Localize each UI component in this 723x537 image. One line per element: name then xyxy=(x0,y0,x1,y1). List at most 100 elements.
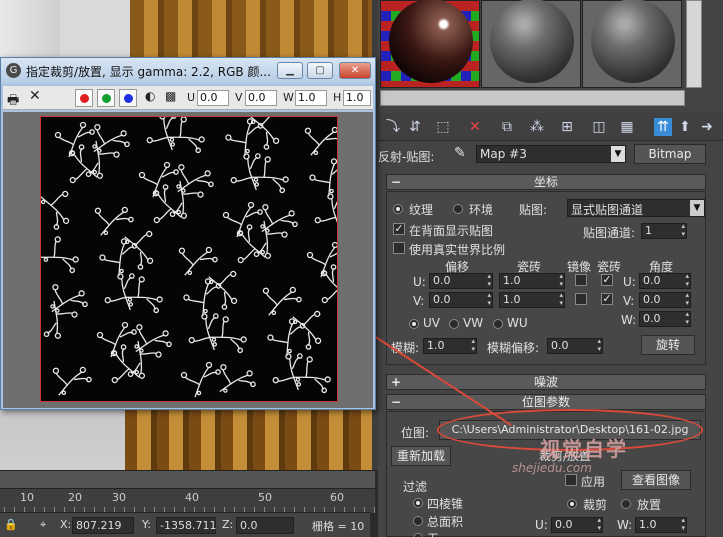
window-title-bar[interactable]: G 指定裁剪/放置, 显示 gamma: 2.2, RGB 颜... ▁ ▢ ✕ xyxy=(1,58,375,84)
rotate-button[interactable]: 旋转 xyxy=(641,335,695,355)
y-coord-field[interactable]: -1358.711 xyxy=(156,517,216,534)
go-forward-icon[interactable]: ➜ xyxy=(698,118,716,136)
sample-sphere xyxy=(389,0,473,83)
monochrome-icon[interactable]: ▩ xyxy=(165,89,176,103)
u-offset-spinner[interactable]: 0.0 xyxy=(429,272,493,289)
v-label: V: xyxy=(413,294,425,308)
apply-checkbox[interactable] xyxy=(565,474,577,486)
texture-radio[interactable] xyxy=(393,204,403,214)
get-material-icon[interactable]: ⤵ xyxy=(384,118,402,136)
red-channel-button[interactable] xyxy=(75,89,93,107)
image-viewer-window[interactable]: G 指定裁剪/放置, 显示 gamma: 2.2, RGB 颜... ▁ ▢ ✕… xyxy=(0,57,376,410)
place-radio[interactable] xyxy=(621,499,631,509)
h-field[interactable]: 1.0 xyxy=(343,90,371,106)
u-tile-checkbox[interactable]: ✓ xyxy=(601,274,613,286)
noise-rollout-header[interactable]: + 噪波 xyxy=(386,374,706,390)
coordinates-rollout-header[interactable]: − 坐标 xyxy=(386,174,706,190)
lock-icon[interactable]: 🔒 xyxy=(4,518,18,531)
reload-button[interactable]: 重新加载 xyxy=(391,446,451,466)
u-tiling-spinner[interactable]: 1.0 xyxy=(499,272,565,289)
timeline[interactable]: 10 20 30 40 50 60 xyxy=(0,470,375,513)
v-mirror-checkbox[interactable] xyxy=(575,293,587,305)
u-label: U: xyxy=(413,275,426,289)
bitmap-params-rollout-header[interactable]: − 位图参数 xyxy=(386,394,706,410)
map-channel-spinner[interactable]: 1 xyxy=(641,222,687,239)
minimize-button[interactable]: ▁ xyxy=(277,62,303,79)
flower-sprig xyxy=(208,354,261,401)
material-sample-slot-3[interactable] xyxy=(582,0,682,88)
mapping-dropdown[interactable]: 显式贴图通道 ▼ xyxy=(567,199,705,217)
vw-radio[interactable] xyxy=(449,319,459,329)
show-end-result-icon[interactable]: ⇈ xyxy=(654,118,672,136)
maximize-button[interactable]: ▢ xyxy=(307,62,333,79)
put-to-library-icon[interactable]: ⊞ xyxy=(558,118,576,136)
chevron-down-icon[interactable]: ▼ xyxy=(611,146,625,162)
crop-w-spinner[interactable]: 1.0 xyxy=(635,516,687,533)
make-unique-icon[interactable]: ⁂ xyxy=(528,118,546,136)
map-type-button[interactable]: Bitmap xyxy=(634,144,706,164)
x-coord-field[interactable]: 807.219 xyxy=(72,517,134,534)
floral-pattern-image[interactable] xyxy=(40,116,338,402)
ruler-number: 60 xyxy=(330,491,344,504)
map-channel-label: 贴图通道: xyxy=(583,226,636,240)
time-slider-track[interactable] xyxy=(0,471,375,489)
u-mirror-checkbox[interactable] xyxy=(575,274,587,286)
clear-icon[interactable]: ✕ xyxy=(29,88,41,104)
material-sample-slot-2[interactable] xyxy=(481,0,581,88)
flower-sprig xyxy=(138,161,179,198)
flower-sprig xyxy=(264,315,312,361)
u-angle-spinner[interactable]: 0.0 xyxy=(639,272,691,289)
environ-radio[interactable] xyxy=(453,204,463,214)
blur-spinner[interactable]: 1.0 xyxy=(423,337,477,354)
pyramidal-radio[interactable] xyxy=(413,498,423,508)
close-button[interactable]: ✕ xyxy=(339,62,371,79)
w-field[interactable]: 1.0 xyxy=(295,90,327,106)
u-field[interactable]: 0.0 xyxy=(197,90,229,106)
w-angle-spinner[interactable]: 0.0 xyxy=(639,310,691,327)
reset-map-icon[interactable]: ✕ xyxy=(466,118,484,136)
map-name-field[interactable]: Map #3 ▼ xyxy=(476,145,626,163)
go-to-parent-icon[interactable]: ⬆ xyxy=(676,118,694,136)
v-angle-spinner[interactable]: 0.0 xyxy=(639,291,691,308)
v-tiling-spinner[interactable]: 1.0 xyxy=(499,291,565,308)
blue-channel-button[interactable] xyxy=(119,89,137,107)
put-to-scene-icon[interactable]: ⇵ xyxy=(406,118,424,136)
image-canvas[interactable] xyxy=(3,112,373,408)
environ-label: 环境 xyxy=(469,203,494,217)
transform-type-icon[interactable]: ⌖ xyxy=(40,518,46,532)
filter-none-radio[interactable] xyxy=(413,533,423,537)
v-offset-spinner[interactable]: 0.0 xyxy=(429,291,493,308)
blur-offset-spinner[interactable]: 0.0 xyxy=(547,337,603,354)
view-image-button[interactable]: 查看图像 xyxy=(621,470,691,490)
chevron-down-icon[interactable]: ▼ xyxy=(690,200,704,216)
material-sample-slot-1[interactable] xyxy=(380,0,480,88)
eyedropper-icon[interactable]: ✎ xyxy=(454,145,466,161)
v-field[interactable]: 0.0 xyxy=(245,90,277,106)
wu-radio[interactable] xyxy=(493,319,503,329)
image-toolbar: 🖶 ✕ ◐ ▩ U 0.0 V 0.0 W 1.0 H 1.0 xyxy=(3,86,373,110)
crop-w-label: W: xyxy=(617,518,633,532)
place-label: 放置 xyxy=(637,498,662,512)
time-ruler: 10 20 30 40 50 60 xyxy=(0,489,375,513)
flower-sprig xyxy=(223,146,277,200)
filter-title: 过滤 xyxy=(403,480,428,494)
status-bar: 🔒 ⌖ X: 807.219 Y: -1358.711 Z: 0.0 栅格 = … xyxy=(0,512,370,537)
material-id-icon[interactable]: ◫ xyxy=(590,118,608,136)
show-map-icon[interactable]: ▦ xyxy=(618,118,636,136)
assign-material-icon[interactable]: ⬚ xyxy=(434,118,452,136)
sample-scrollbar[interactable] xyxy=(686,0,702,88)
crop-u-spinner[interactable]: 0.0 xyxy=(551,516,603,533)
make-copy-icon[interactable]: ⧉ xyxy=(498,118,516,136)
v-tile-checkbox[interactable]: ✓ xyxy=(601,293,613,305)
uv-radio[interactable] xyxy=(409,319,419,329)
show-map-on-back-checkbox[interactable]: ✓ xyxy=(393,223,405,235)
alpha-channel-icon[interactable]: ◐ xyxy=(145,89,155,103)
print-icon[interactable]: 🖶 xyxy=(7,91,19,113)
crop-radio[interactable] xyxy=(567,499,577,509)
sample-horizontal-scrollbar[interactable] xyxy=(380,90,685,106)
green-channel-button[interactable] xyxy=(97,89,115,107)
summed-area-radio[interactable] xyxy=(413,516,423,526)
flower-sprig xyxy=(245,152,293,202)
real-world-checkbox[interactable] xyxy=(393,242,405,254)
z-coord-field[interactable]: 0.0 xyxy=(236,517,294,534)
